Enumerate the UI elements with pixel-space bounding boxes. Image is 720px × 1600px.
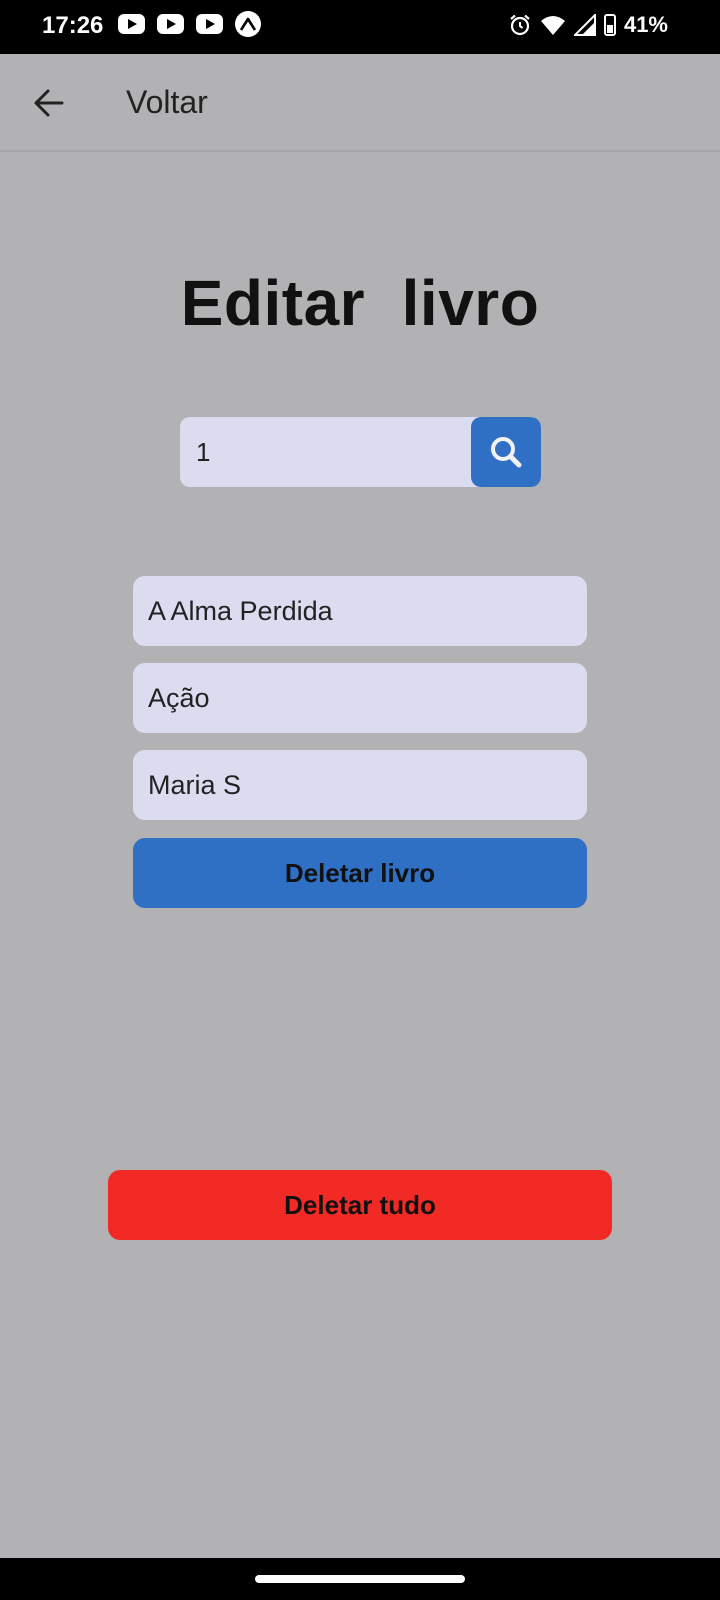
book-id-search-input[interactable] (180, 417, 470, 487)
home-indicator[interactable] (255, 1575, 465, 1583)
status-time: 17:26 (42, 12, 104, 39)
arrow-left-icon[interactable] (32, 86, 66, 120)
battery-percentage: 41% (623, 12, 668, 37)
system-icons: 41% (508, 12, 668, 38)
search-button[interactable] (471, 417, 541, 487)
book-title-field[interactable] (133, 576, 587, 646)
alarm-icon (510, 14, 530, 36)
delete-book-label: Deletar livro (284, 857, 436, 888)
battery-icon (603, 14, 616, 36)
wifi-icon (540, 16, 565, 35)
status-bar: 17:26 41% (0, 0, 720, 54)
back-label[interactable]: Voltar (126, 84, 208, 121)
page-title: Editar livro (180, 267, 540, 339)
youtube-icon (196, 14, 223, 34)
app-bar: Voltar (0, 54, 720, 152)
signal-icon (573, 14, 596, 36)
notification-icons (118, 11, 261, 37)
book-author-field[interactable] (133, 750, 587, 820)
youtube-icon (157, 14, 184, 34)
expo-icon (235, 11, 261, 37)
delete-all-label: Deletar tudo (284, 1189, 436, 1220)
search-bar (180, 417, 541, 487)
search-icon (491, 437, 522, 468)
delete-book-button[interactable]: Deletar livro (133, 838, 587, 908)
youtube-icon (118, 14, 145, 34)
delete-all-button[interactable]: Deletar tudo (108, 1170, 612, 1240)
navigation-bar (0, 1558, 720, 1600)
book-genre-field[interactable] (133, 663, 587, 733)
